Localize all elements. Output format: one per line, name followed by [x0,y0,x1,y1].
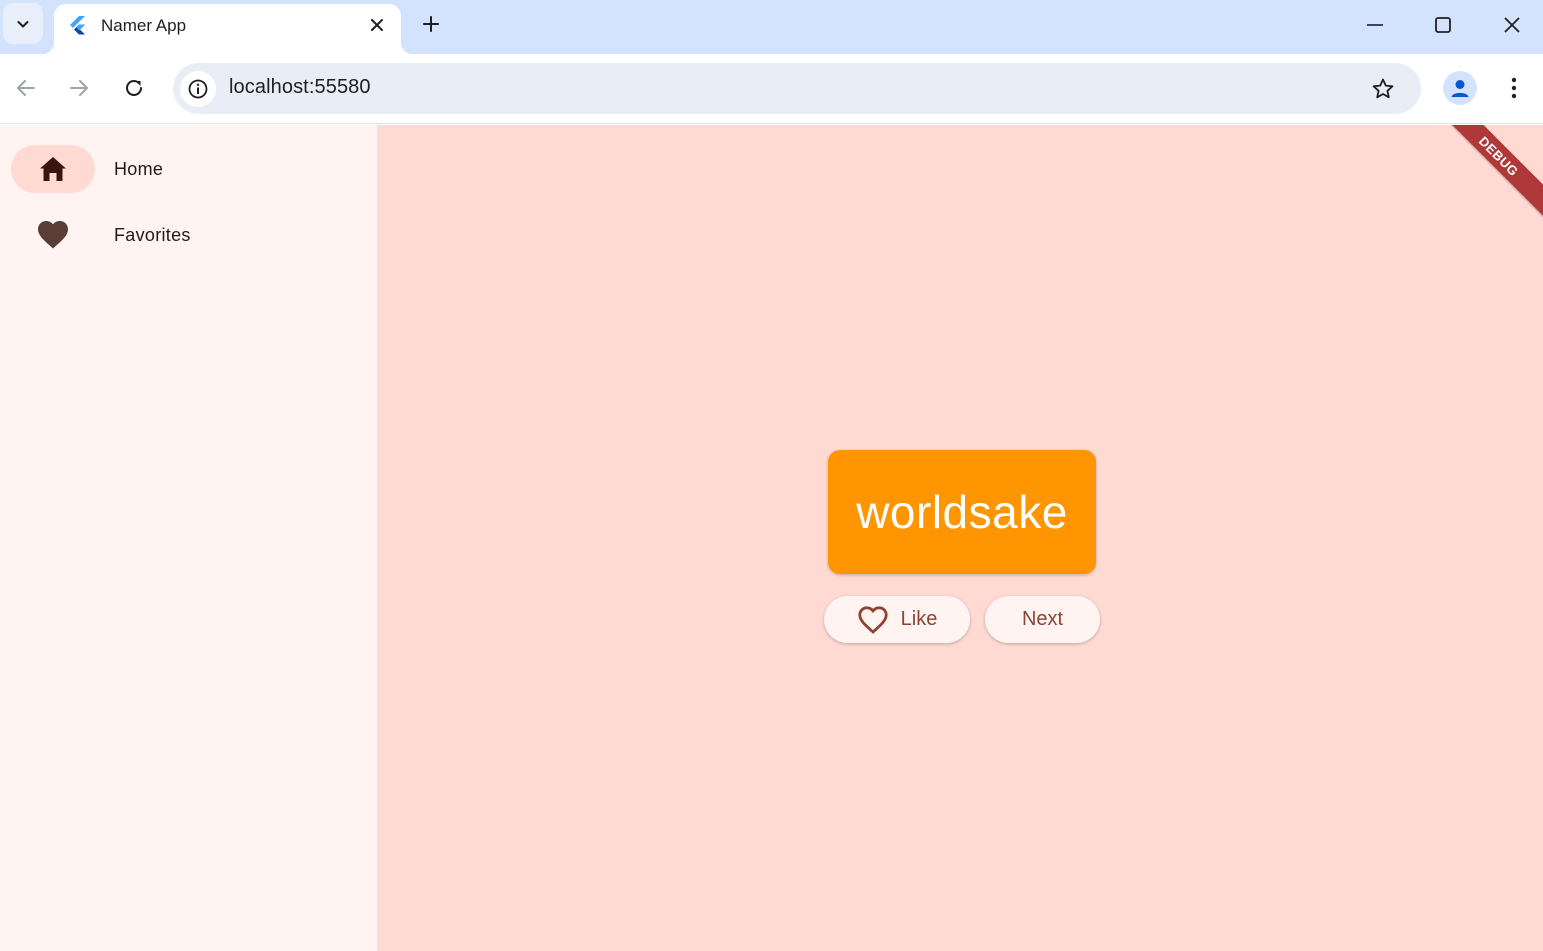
browser-menu-button[interactable] [1498,72,1530,104]
next-label: Next [1021,608,1064,630]
browser-tab[interactable]: Namer App [42,4,413,54]
nav-indicator [11,145,95,193]
minimize-button[interactable] [1354,6,1396,44]
reload-button[interactable] [116,70,152,106]
reload-icon [126,79,142,96]
like-button[interactable]: Like [824,596,970,643]
profile-button[interactable] [1443,71,1477,105]
word-pair-text: worldsake [856,486,1068,538]
url-text[interactable]: localhost:55580 [229,76,371,99]
home-icon [40,157,66,181]
bookmark-button[interactable] [1367,73,1399,105]
arrow-left-icon [17,80,35,96]
maximize-icon [1435,17,1451,33]
debug-banner: DEBUG [1427,125,1543,228]
tab-search-button[interactable] [3,3,43,44]
word-pair-card: worldsake [828,450,1096,574]
tab-strip: Namer App [0,0,1543,54]
back-button[interactable] [8,70,44,106]
nav-label-home: Home [114,158,164,179]
arrow-right-icon [70,80,88,96]
close-icon [1504,17,1520,33]
close-icon [371,19,383,31]
nav-indicator [11,211,95,259]
app-root: Home Favorites worldsake Like Next DEBUG [0,125,1543,951]
nav-label-favorites: Favorites [114,224,191,245]
generator-page: worldsake Like Next DEBUG [377,125,1543,951]
navigation-rail: Home Favorites [0,125,377,951]
forward-button[interactable] [61,70,97,106]
more-vertical-icon [1511,77,1517,99]
person-icon [1451,80,1469,97]
plus-icon [423,16,439,32]
next-button[interactable]: Next [985,596,1100,643]
heart-outline-icon [857,605,889,635]
tab-close-button[interactable] [366,14,388,36]
chevron-down-icon [17,20,29,27]
minimize-icon [1367,24,1383,26]
new-tab-button[interactable] [416,9,446,39]
address-bar[interactable]: localhost:55580 [173,63,1421,114]
star-icon [1372,78,1394,99]
browser-toolbar: localhost:55580 [0,54,1543,124]
maximize-button[interactable] [1422,6,1464,44]
tab-title: Namer App [101,16,187,35]
like-label: Like [900,608,938,630]
info-icon [188,79,208,99]
flutter-logo-icon [70,16,85,35]
site-info-button[interactable] [180,71,216,107]
close-window-button[interactable] [1491,6,1533,44]
nav-item-home[interactable]: Home [11,145,351,193]
nav-item-favorites[interactable]: Favorites [11,211,351,259]
heart-icon [38,221,68,249]
